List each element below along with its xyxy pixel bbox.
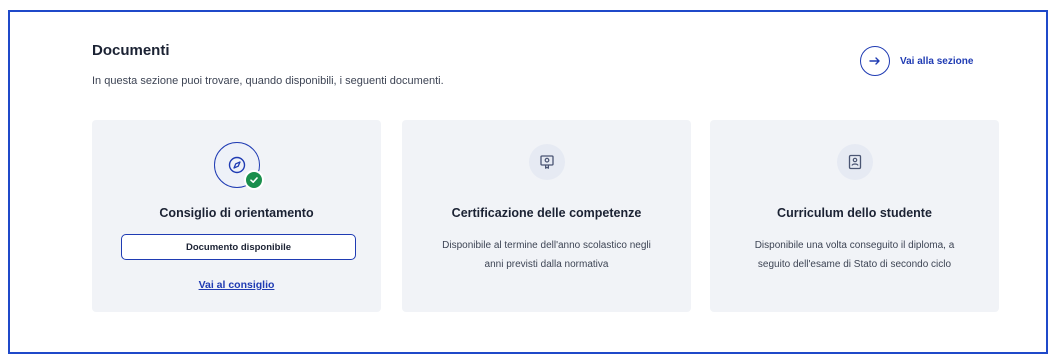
card-description: Disponibile al termine dell'anno scolast…	[442, 240, 651, 270]
card-consiglio-orientamento: Consiglio di orientamento Documento disp…	[92, 120, 381, 312]
documents-panel: Documenti In questa sezione puoi trovare…	[8, 10, 1048, 354]
document-available-badge[interactable]: Documento disponibile	[121, 234, 356, 260]
check-icon	[244, 170, 264, 190]
go-to-advice-link[interactable]: Vai al consiglio	[92, 279, 381, 291]
arrow-right-icon	[860, 46, 890, 76]
card-description: Disponibile una volta conseguito il dipl…	[754, 240, 955, 270]
go-to-section-link[interactable]: Vai alla sezione	[860, 46, 973, 76]
profile-document-icon	[836, 144, 873, 180]
card-certificazione-competenze: Certificazione delle competenze Disponib…	[402, 120, 691, 312]
section-title: Documenti	[92, 42, 170, 59]
card-title: Consiglio di orientamento	[159, 206, 314, 220]
go-to-section-label: Vai alla sezione	[900, 55, 974, 67]
card-title: Curriculum dello studente	[777, 206, 932, 220]
card-curriculum-studente: Curriculum dello studente Disponibile un…	[710, 120, 999, 312]
section-subtitle: In questa sezione puoi trovare, quando d…	[92, 75, 444, 87]
certificate-icon	[528, 144, 565, 180]
card-title: Certificazione delle competenze	[451, 206, 642, 220]
